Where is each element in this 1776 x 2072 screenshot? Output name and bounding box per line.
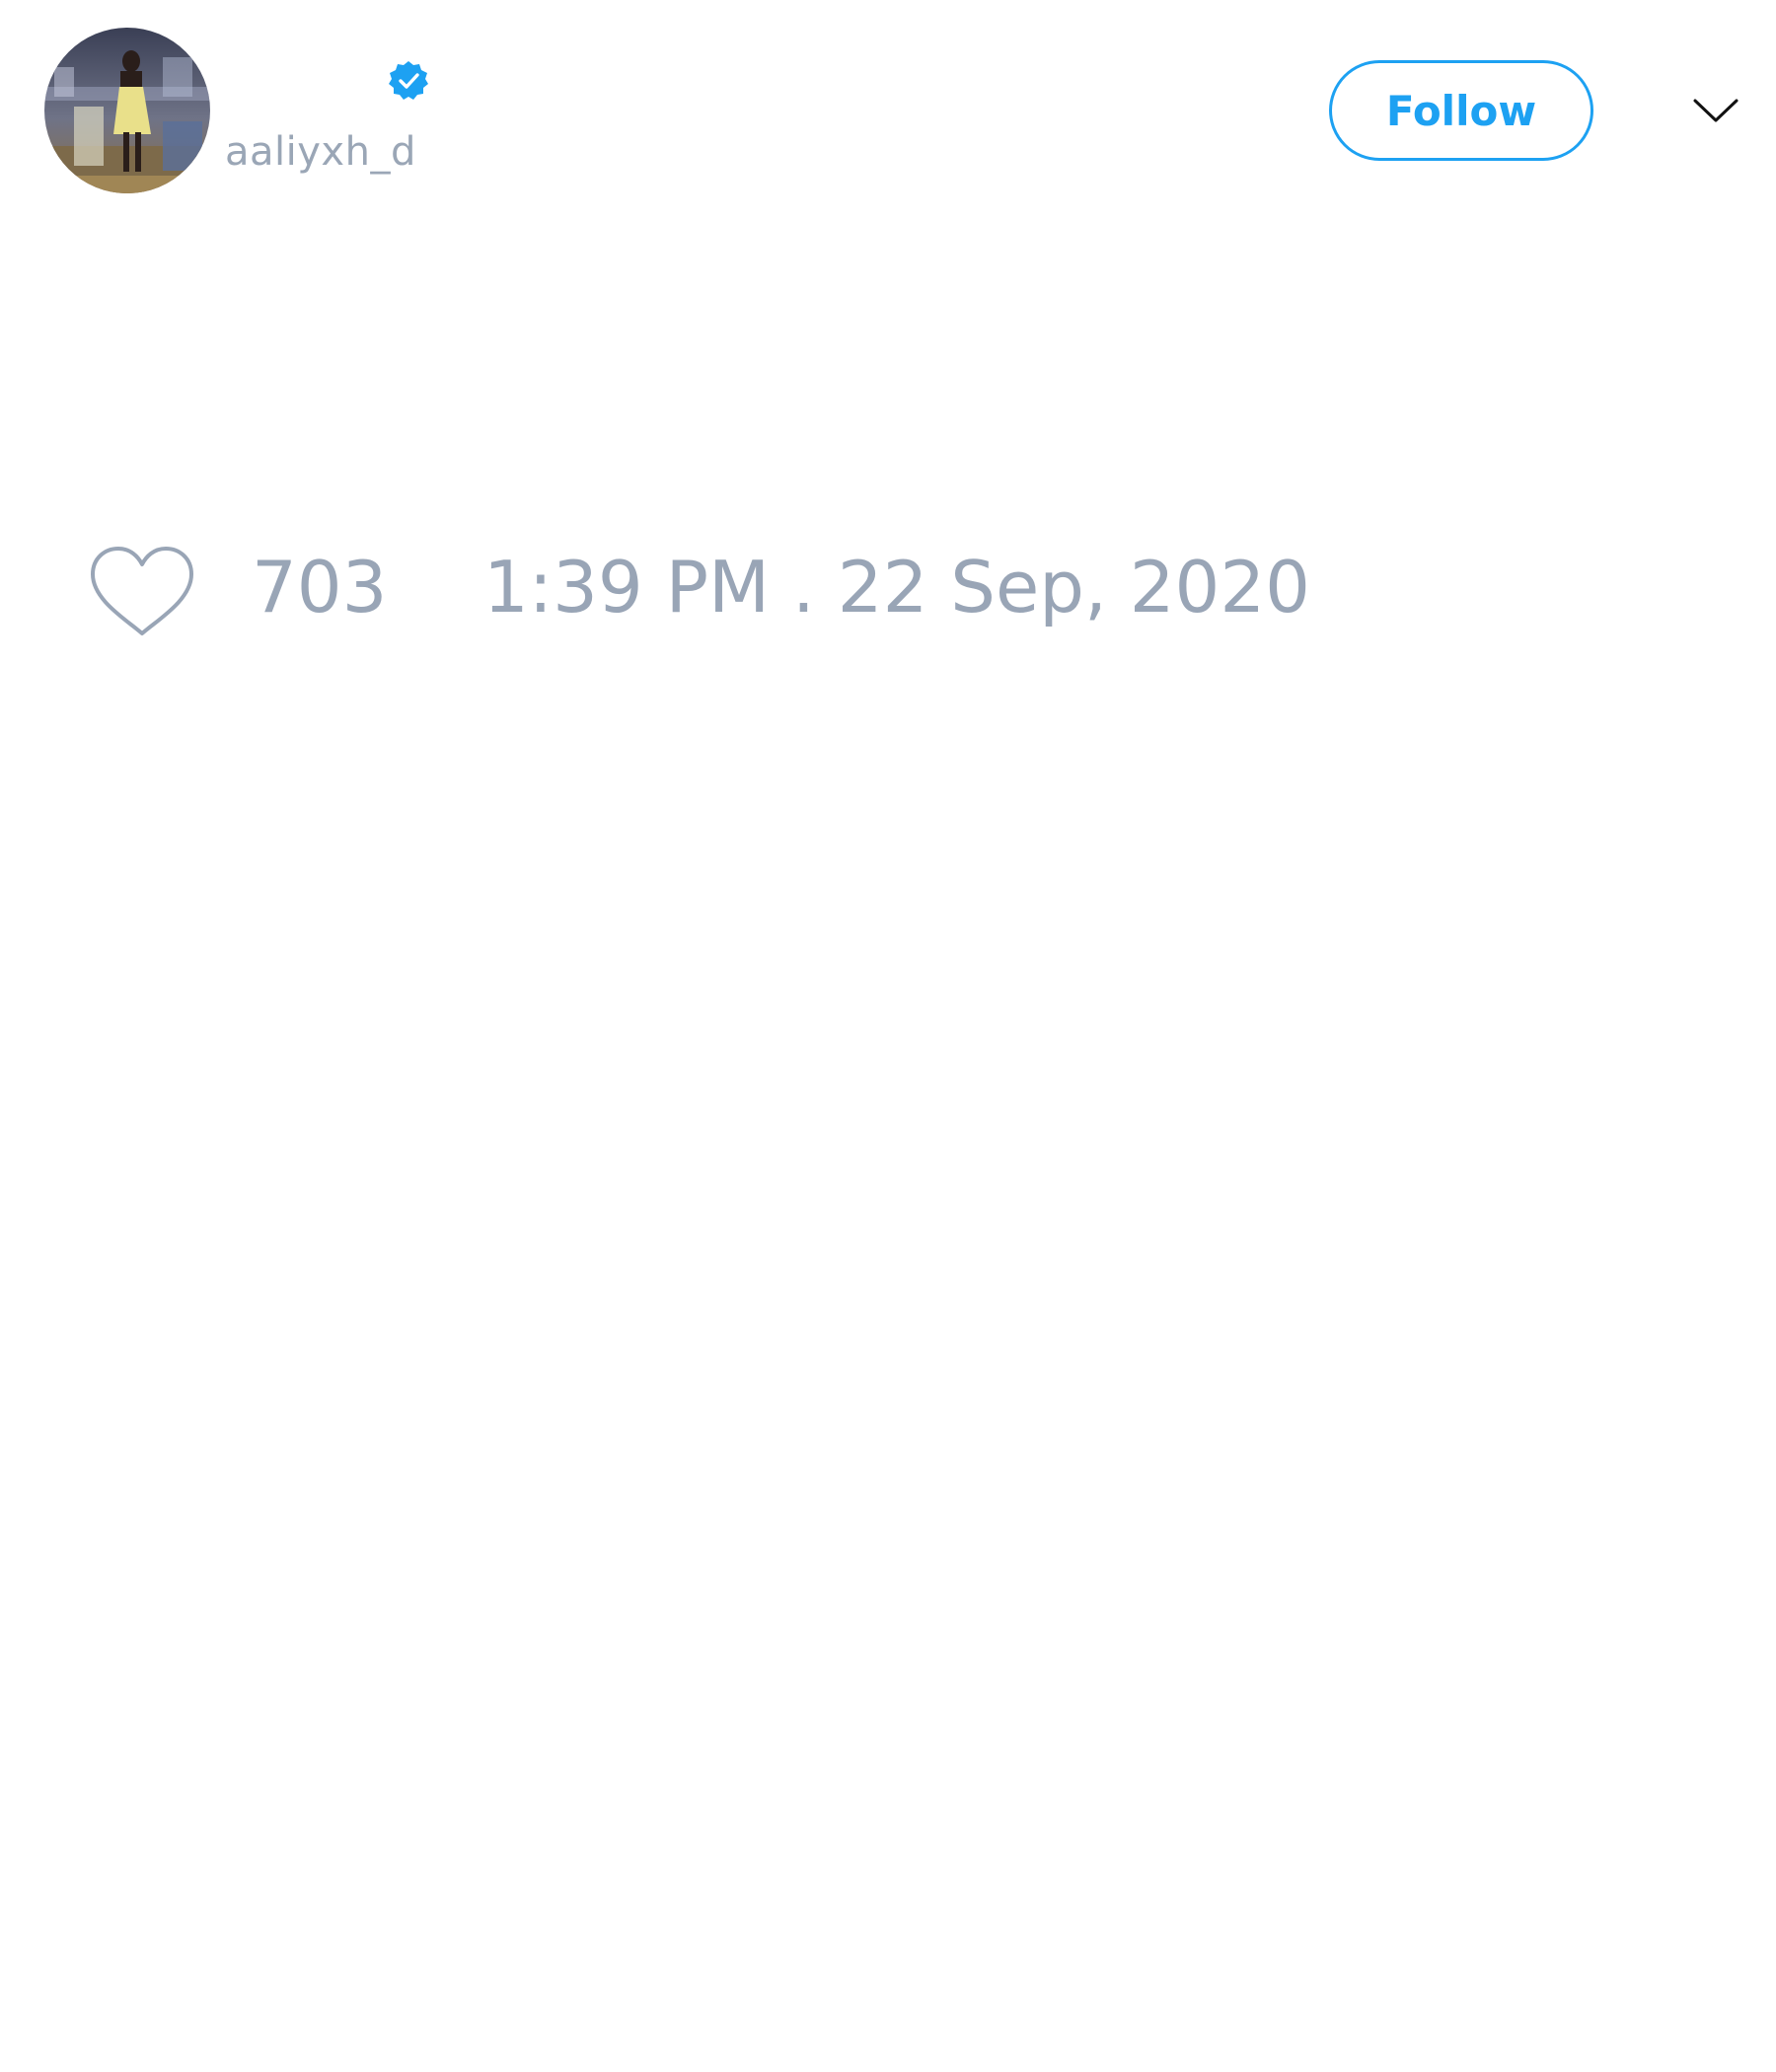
heart-icon[interactable] (87, 543, 197, 641)
tweet-header: aaliyxh_d Follow (0, 0, 1776, 227)
tweet-timestamp[interactable]: 1:39 PM . 22 Sep, 2020 (483, 545, 1310, 629)
avatar-photo (44, 28, 210, 193)
verified-badge-icon (389, 61, 428, 100)
chevron-down-icon[interactable] (1691, 91, 1740, 130)
like-count: 703 (252, 546, 388, 629)
follow-button[interactable]: Follow (1329, 60, 1593, 161)
avatar[interactable] (44, 28, 210, 193)
author-handle[interactable]: aaliyxh_d (225, 128, 416, 176)
